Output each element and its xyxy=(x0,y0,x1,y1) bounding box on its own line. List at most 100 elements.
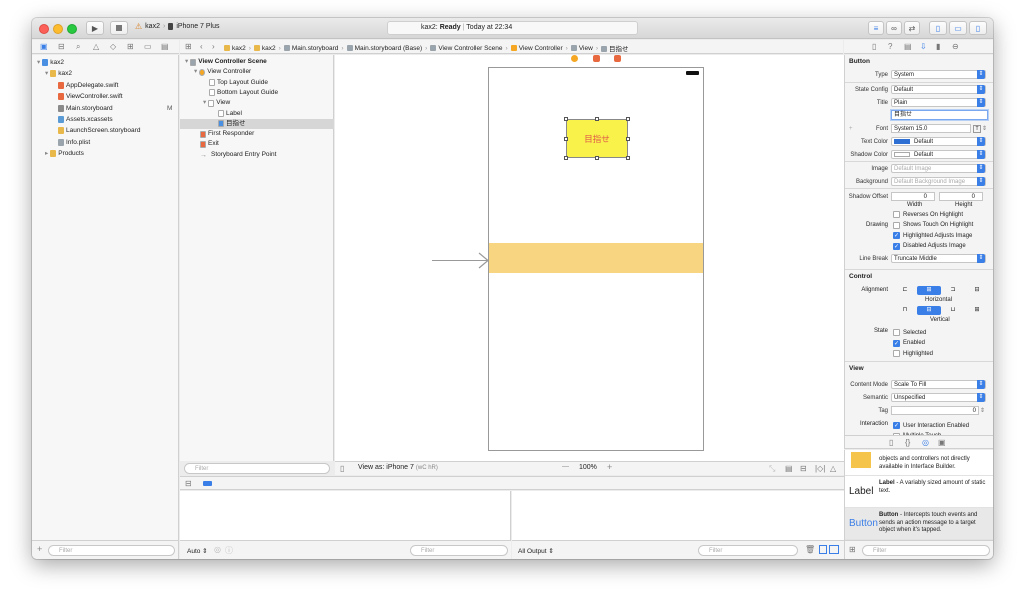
navigator-item[interactable]: Main.storyboard M xyxy=(32,103,179,114)
pin-icon[interactable]: |◇| xyxy=(815,464,825,473)
zoom-window-button[interactable] xyxy=(67,24,77,34)
resize-handle[interactable] xyxy=(626,156,630,160)
standard-editor-button[interactable]: ≡ xyxy=(868,21,884,35)
code-snippet-icon[interactable]: {} xyxy=(905,438,910,447)
file-template-icon[interactable]: ▯ xyxy=(889,438,893,447)
navigator-item[interactable]: Info.plist xyxy=(32,137,179,148)
back-icon[interactable]: ‹ xyxy=(200,42,203,51)
size-inspector-icon[interactable]: ▮ xyxy=(936,42,940,51)
disclosure-triangle-icon[interactable]: ▸ xyxy=(45,148,48,159)
help-icon[interactable]: ? xyxy=(888,42,892,51)
checkbox[interactable] xyxy=(893,329,900,336)
checkbox-option[interactable]: ✓ Enabled xyxy=(893,339,925,348)
vertical-alignment-control[interactable]: ⊓ ⊟ ⊔ ⊞ xyxy=(893,306,989,315)
align-right-icon[interactable]: ⊐ xyxy=(941,286,965,295)
outline-item[interactable]: ▾ View Controller Scene xyxy=(180,57,334,67)
align-vfill-icon[interactable]: ⊞ xyxy=(965,306,989,315)
tag-stepper[interactable]: ⇕ xyxy=(980,407,985,414)
selected-button[interactable]: 目指せ xyxy=(566,119,628,158)
split-right-icon[interactable] xyxy=(829,545,839,554)
search-icon[interactable]: ⌕ xyxy=(76,42,80,52)
tag-field[interactable]: 0 xyxy=(891,406,979,415)
iphone-frame[interactable]: 目指せ xyxy=(488,67,704,451)
align-fill-icon[interactable]: ⊟ xyxy=(965,286,989,295)
shadow-width-field[interactable]: 0 xyxy=(891,192,935,201)
breadcrumb-item[interactable]: Main.storyboard (Base) xyxy=(346,44,422,52)
breakpoint-icon[interactable]: ▭ xyxy=(144,42,152,51)
align-center-icon[interactable]: ⊞ xyxy=(917,286,941,295)
library-filter[interactable]: Filter xyxy=(862,545,990,556)
navigator-item[interactable]: AppDelegate.swift xyxy=(32,80,179,91)
outline-toggle-icon[interactable]: ▯ xyxy=(340,464,344,473)
navigator-filter[interactable]: Filter xyxy=(48,545,175,556)
object-library-icon[interactable]: ◎ xyxy=(922,438,929,447)
report-icon[interactable]: ▤ xyxy=(161,42,169,51)
title-popup[interactable]: Plain xyxy=(891,98,986,107)
split-left-icon[interactable] xyxy=(819,545,827,554)
navigator-item[interactable]: ▸ Products xyxy=(32,148,179,159)
variables-filter[interactable]: Filter xyxy=(410,545,508,556)
label-band[interactable] xyxy=(489,243,703,273)
outline-item[interactable]: ▾ View xyxy=(180,98,334,108)
add-variation-icon[interactable]: + xyxy=(849,126,853,132)
title-text-field[interactable]: 目指せ xyxy=(891,110,988,120)
console-view[interactable]: All Output ⇕ Filter 🗑 xyxy=(512,491,844,559)
checkbox-option[interactable]: ✓ Highlighted Adjusts Image xyxy=(893,231,972,240)
font-stepper[interactable]: ⇕ xyxy=(982,125,987,132)
type-popup[interactable]: System xyxy=(891,70,986,79)
navigator-item[interactable]: ▾ kax2 xyxy=(32,68,179,79)
stack-icon[interactable]: ▤ xyxy=(785,464,793,473)
breakpoints-toggle-icon[interactable] xyxy=(203,481,212,486)
library-item[interactable]: objects and controllers not directly ava… xyxy=(845,450,993,476)
checkbox[interactable] xyxy=(893,211,900,218)
checkbox-option[interactable]: Shows Touch On Highlight xyxy=(893,221,973,230)
identity-icon[interactable]: ▤ xyxy=(904,42,912,51)
connections-icon[interactable]: ⊖ xyxy=(952,42,959,51)
attributes-inspector-icon[interactable]: ⇩ xyxy=(920,42,927,51)
run-button[interactable]: ▶ xyxy=(86,21,104,35)
hide-debug-icon[interactable]: ⊟ xyxy=(185,479,192,488)
grid-view-icon[interactable]: ⊞ xyxy=(849,545,856,554)
toggle-navigator-button[interactable]: ▯ xyxy=(929,21,947,35)
warning-icon[interactable]: △ xyxy=(93,42,99,51)
toggle-inspector-button[interactable]: ▯ xyxy=(969,21,987,35)
navigator-item[interactable]: LaunchScreen.storyboard xyxy=(32,125,179,136)
close-window-button[interactable] xyxy=(39,24,49,34)
checkbox-option[interactable]: ✓ Disabled Adjusts Image xyxy=(893,242,966,251)
version-editor-button[interactable]: ⇄ xyxy=(904,21,920,35)
checkbox[interactable]: ✓ xyxy=(893,422,900,429)
disclosure-triangle-icon[interactable]: ▾ xyxy=(45,68,48,79)
checkbox-option[interactable]: Reverses On Highlight xyxy=(893,210,963,219)
resize-handle[interactable] xyxy=(595,156,599,160)
outline-item[interactable]: Label xyxy=(180,109,334,119)
navigator-item[interactable]: ViewController.swift xyxy=(32,91,179,102)
state-config-popup[interactable]: Default xyxy=(891,85,986,94)
disclosure-triangle-icon[interactable]: ▾ xyxy=(194,67,197,77)
assistant-editor-button[interactable]: ∞ xyxy=(886,21,902,35)
file-inspector-icon[interactable]: ▯ xyxy=(872,42,876,51)
align-top-icon[interactable]: ⊓ xyxy=(893,306,917,315)
library-item[interactable]: Button Button - Intercepts touch events a… xyxy=(845,508,993,540)
related-items-icon[interactable]: ⊞ xyxy=(185,42,192,51)
breadcrumb-item[interactable]: View Controller xyxy=(510,44,563,52)
exit-icon[interactable] xyxy=(614,55,621,62)
trash-icon[interactable]: 🗑 xyxy=(805,545,815,554)
first-responder-icon[interactable] xyxy=(593,55,600,62)
text-color-popup[interactable]: Default xyxy=(891,137,986,146)
breadcrumb-item[interactable]: kax2 xyxy=(253,44,276,52)
resize-handle[interactable] xyxy=(564,117,568,121)
scheme-selector[interactable]: ⚠ kax2 › iPhone 7 Plus xyxy=(135,22,220,31)
align-left-icon[interactable]: ⊏ xyxy=(893,286,917,295)
checkbox-option[interactable]: ✓ User Interaction Enabled xyxy=(893,421,969,430)
outline-item[interactable]: Exit xyxy=(180,139,334,149)
align-bottom-icon[interactable]: ⊔ xyxy=(941,306,965,315)
resize-handle[interactable] xyxy=(626,117,630,121)
toggle-debug-button[interactable]: ▭ xyxy=(949,21,967,35)
align-icon[interactable]: ⊟ xyxy=(800,464,807,473)
console-filter[interactable]: Filter xyxy=(698,545,798,556)
checkbox[interactable]: ✓ xyxy=(893,232,900,239)
test-icon[interactable]: ◇ xyxy=(110,42,116,51)
line-break-popup[interactable]: Truncate Middle xyxy=(891,254,986,263)
debug-icon[interactable]: ⊞ xyxy=(127,42,134,51)
resize-handle[interactable] xyxy=(626,136,630,141)
